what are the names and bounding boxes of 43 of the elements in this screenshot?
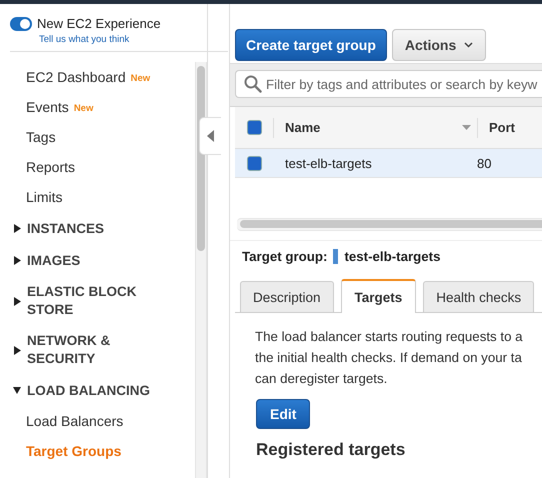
search-icon xyxy=(244,75,262,93)
table-row[interactable]: test-elb-targets 80 xyxy=(235,149,542,178)
nav-item[interactable]: Tags xyxy=(0,122,195,152)
scrollbar[interactable] xyxy=(237,218,542,231)
description-text: The load balancer starts routing requests to a xyxy=(255,328,524,346)
edit-button[interactable]: Edit xyxy=(256,399,310,429)
target-group-name: test-elb-targets xyxy=(344,249,440,264)
table-cell: 80 xyxy=(477,156,492,170)
detail-label: Target group: xyxy=(242,249,328,264)
section-heading: Registered targets xyxy=(255,439,406,460)
actions-button[interactable]: Actions xyxy=(392,29,486,61)
nav-item[interactable]: Reports xyxy=(0,152,195,182)
marker-bar xyxy=(333,249,338,264)
checkbox[interactable] xyxy=(246,156,262,170)
tab[interactable]: Targets xyxy=(340,279,416,313)
collapse-tab[interactable] xyxy=(199,117,221,155)
search-field[interactable]: Filter by tags and attributes or search by keyw xyxy=(235,70,542,98)
nav-section[interactable]: LOAD BALANCING xyxy=(27,382,157,400)
new-label: New xyxy=(74,103,94,114)
tab[interactable]: Health checks xyxy=(423,281,534,312)
nav-item[interactable]: Load Balancers xyxy=(0,406,195,436)
feedback-link[interactable]: Tell us what you think xyxy=(39,34,228,45)
chevron-icon xyxy=(464,42,474,48)
nav-section[interactable]: INSTANCES xyxy=(27,220,157,238)
checkbox[interactable] xyxy=(246,120,262,135)
description-text: can deregister targets. xyxy=(255,370,388,388)
description-text: the initial health checks. If demand on your ta xyxy=(255,349,523,367)
nav-item[interactable]: EC2 Dashboard xyxy=(26,69,126,85)
scrollbar[interactable] xyxy=(195,62,207,478)
table-cell-text: test-elb-targets xyxy=(284,156,373,170)
create-button[interactable]: Create target group xyxy=(235,29,387,61)
nav-section[interactable]: IMAGES xyxy=(27,252,157,270)
toggle-switch[interactable] xyxy=(10,16,32,30)
nav-item[interactable]: Limits xyxy=(0,182,195,212)
tab[interactable]: Description xyxy=(240,281,334,312)
toggle-label: New EC2 Experience xyxy=(37,16,161,31)
column-header[interactable]: Name xyxy=(273,118,477,138)
column-header[interactable]: Port xyxy=(477,118,542,138)
nav-section[interactable]: NETWORK & SECURITY xyxy=(27,332,157,368)
nav-item[interactable]: Events xyxy=(26,99,69,115)
nav-section[interactable]: ELASTIC BLOCK STORE xyxy=(27,283,157,319)
new-label: New xyxy=(130,73,150,84)
sort-icon[interactable] xyxy=(462,125,471,130)
